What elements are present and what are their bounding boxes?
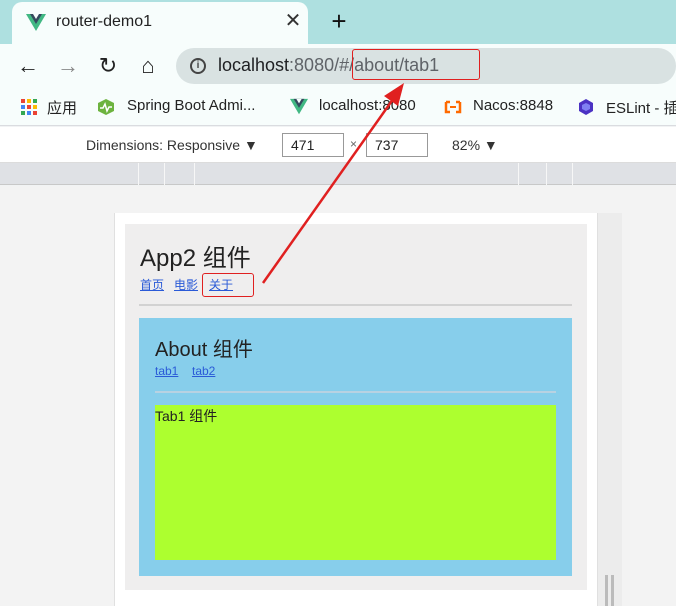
bookmarks-bar: 应用 Spring Boot Admi... localhost:8080 Na… — [0, 88, 676, 126]
about-link-highlight-box — [202, 273, 254, 297]
tab-strip: router-demo1 ✕ + — [0, 0, 676, 44]
bookmark-localhost[interactable]: localhost:8080 — [319, 97, 416, 114]
info-icon[interactable]: i — [190, 58, 206, 74]
tab1-label: Tab1 组件 — [155, 408, 218, 424]
url-port: :8080/ — [289, 55, 340, 75]
ruler-divider — [518, 163, 519, 185]
bookmark-apps[interactable]: 应用 — [47, 97, 77, 118]
new-tab-button[interactable]: + — [326, 6, 352, 36]
zoom-dropdown[interactable]: 82% ▼ — [452, 137, 498, 153]
about-title: About 组件 — [155, 339, 253, 361]
dimension-separator: × — [350, 137, 358, 151]
width-input[interactable]: 471 — [282, 133, 344, 157]
bookmark-spring-boot-admin[interactable]: Spring Boot Admi... — [127, 97, 255, 114]
url-highlight-box — [352, 49, 480, 80]
dimensions-dropdown[interactable]: Dimensions: Responsive ▼ — [86, 137, 258, 153]
spring-boot-admin-icon — [98, 99, 114, 115]
bookmark-eslint[interactable]: ESLint - 插 — [606, 97, 676, 118]
bookmark-nacos[interactable]: Nacos:8848 — [473, 97, 553, 114]
divider — [139, 304, 572, 306]
ruler-divider — [572, 163, 573, 185]
forward-arrow-icon[interactable]: → — [54, 52, 82, 80]
apps-grid-icon — [21, 99, 37, 115]
tab-link-tab2[interactable]: tab2 — [192, 364, 215, 378]
eslint-icon — [579, 99, 593, 115]
height-input[interactable]: 737 — [366, 133, 428, 157]
nav-link-movie[interactable]: 电影 — [174, 276, 198, 293]
divider — [155, 391, 556, 393]
reload-icon[interactable]: ↻ — [94, 52, 122, 80]
url-host: localhost — [218, 55, 290, 75]
vue-logo-icon — [26, 14, 46, 31]
scrollbar-track[interactable] — [598, 213, 622, 606]
media-query-ruler — [0, 163, 676, 185]
close-icon[interactable]: ✕ — [282, 10, 304, 32]
device-toolbar: Dimensions: Responsive ▼ 471 × 737 82% ▼ — [0, 127, 676, 163]
ruler-divider — [546, 163, 547, 185]
browser-toolbar: ← → ↻ ⌂ i localhost:8080/#/about/tab1 — [0, 44, 676, 88]
tab-title: router-demo1 — [56, 13, 153, 30]
back-arrow-icon[interactable]: ← — [14, 52, 42, 80]
ruler-divider — [194, 163, 195, 185]
home-icon[interactable]: ⌂ — [134, 52, 162, 80]
nacos-icon — [444, 100, 462, 114]
tab-link-tab1[interactable]: tab1 — [155, 364, 178, 378]
resize-handle[interactable] — [605, 575, 608, 606]
tab1-container — [155, 405, 556, 560]
vue-logo-icon — [290, 98, 308, 115]
app2-title: App2 组件 — [140, 245, 251, 272]
browser-tab[interactable]: router-demo1 ✕ — [12, 2, 308, 44]
nav-link-home[interactable]: 首页 — [140, 276, 164, 293]
ruler-divider — [164, 163, 165, 185]
resize-handle[interactable] — [611, 575, 614, 606]
ruler-divider — [138, 163, 139, 185]
